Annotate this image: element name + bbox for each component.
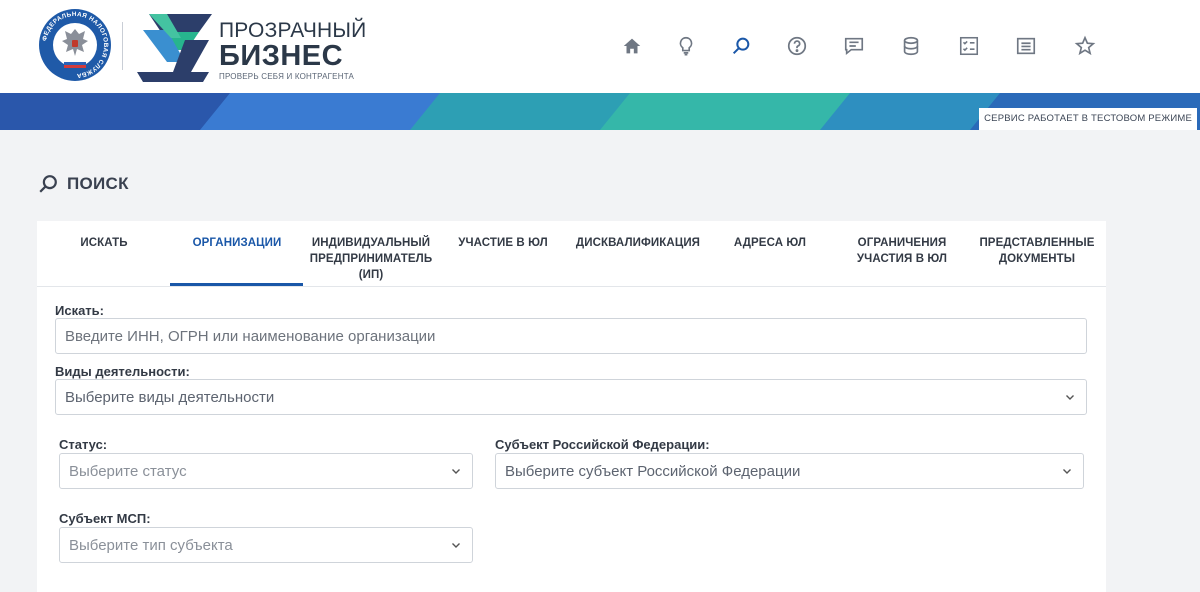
region-label: Субъект Российской Федерации: bbox=[495, 437, 710, 452]
header-divider bbox=[122, 22, 123, 70]
activities-label: Виды деятельности: bbox=[55, 364, 190, 379]
tab-participation-restrictions[interactable]: ОГРАНИЧЕНИЯ УЧАСТИЯ В ЮЛ bbox=[842, 235, 962, 267]
chat-icon[interactable] bbox=[841, 33, 867, 59]
activities-placeholder: Выберите виды деятельности bbox=[65, 388, 275, 406]
tab-submitted-documents[interactable]: ПРЕДСТАВЛЕННЫЕ ДОКУМЕНТЫ bbox=[977, 235, 1097, 267]
page-title: ПОИСК bbox=[37, 173, 129, 195]
msp-placeholder: Выберите тип субъекта bbox=[69, 536, 233, 554]
status-label: Статус: bbox=[59, 437, 108, 452]
fns-emblem-logo[interactable]: ФЕДЕРАЛЬНАЯ НАЛОГОВАЯ СЛУЖБА bbox=[39, 9, 111, 81]
search-tabs: ИСКАТЬ ОРГАНИЗАЦИИ ИНДИВИДУАЛЬНЫЙ ПРЕДПР… bbox=[37, 221, 1106, 287]
chevron-down-icon bbox=[452, 543, 460, 548]
tab-disqualification[interactable]: ДИСКВАЛИФИКАЦИЯ bbox=[575, 235, 701, 251]
chevron-down-icon bbox=[1063, 469, 1071, 474]
question-icon[interactable] bbox=[784, 33, 810, 59]
list-icon[interactable] bbox=[1013, 33, 1039, 59]
search-input[interactable] bbox=[65, 327, 1086, 345]
search-form-card: ИСКАТЬ ОРГАНИЗАЦИИ ИНДИВИДУАЛЬНЫЙ ПРЕДПР… bbox=[37, 221, 1106, 592]
home-icon[interactable] bbox=[619, 33, 645, 59]
checklist-icon[interactable] bbox=[956, 33, 982, 59]
search-icon bbox=[39, 175, 57, 193]
transparent-business-logo-mark[interactable] bbox=[137, 10, 212, 82]
msp-label: Субъект МСП: bbox=[59, 511, 151, 526]
tab-search[interactable]: ИСКАТЬ bbox=[62, 235, 146, 251]
search-field[interactable] bbox=[55, 318, 1087, 354]
database-icon[interactable] bbox=[898, 33, 924, 59]
msp-select[interactable]: Выберите тип субъекта bbox=[59, 527, 473, 563]
chevron-down-icon bbox=[452, 469, 460, 474]
site-header: ФЕДЕРАЛЬНАЯ НАЛОГОВАЯ СЛУЖБА ПРОЗРАЧНЫЙ … bbox=[0, 0, 1200, 93]
search-label: Искать: bbox=[55, 303, 104, 318]
activities-select[interactable]: Выберите виды деятельности bbox=[55, 379, 1087, 415]
brand-line1: ПРОЗРАЧНЫЙ bbox=[219, 19, 367, 42]
status-select[interactable]: Выберите статус bbox=[59, 453, 473, 489]
chevron-down-icon bbox=[1066, 395, 1074, 400]
tab-individual-entrepreneur[interactable]: ИНДИВИДУАЛЬНЫЙ ПРЕДПРИНИМАТЕЛЬ (ИП) bbox=[309, 235, 433, 283]
active-tab-indicator bbox=[170, 283, 303, 286]
star-icon[interactable] bbox=[1072, 33, 1098, 59]
status-placeholder: Выберите статус bbox=[69, 462, 187, 480]
brand-tagline: ПРОВЕРЬ СЕБЯ И КОНТРАГЕНТА bbox=[219, 72, 355, 81]
tab-organizations[interactable]: ОРГАНИЗАЦИИ bbox=[185, 235, 289, 251]
lightbulb-icon[interactable] bbox=[673, 33, 699, 59]
region-placeholder: Выберите субъект Российской Федерации bbox=[505, 462, 801, 480]
fns-logo-ring: ФЕДЕРАЛЬНАЯ НАЛОГОВАЯ СЛУЖБА bbox=[40, 10, 110, 80]
brand-line2: БИЗНЕС bbox=[219, 40, 344, 72]
page-title-text: ПОИСК bbox=[67, 174, 129, 193]
tab-participation[interactable]: УЧАСТИЕ В ЮЛ bbox=[453, 235, 553, 251]
tab-addresses[interactable]: АДРЕСА ЮЛ bbox=[725, 235, 815, 251]
brand-wordmark[interactable]: ПРОЗРАЧНЫЙ БИЗНЕС ПРОВЕРЬ СЕБЯ И КОНТРАГ… bbox=[219, 19, 367, 82]
region-select[interactable]: Выберите субъект Российской Федерации bbox=[495, 453, 1084, 489]
search-icon[interactable] bbox=[728, 33, 754, 59]
test-mode-badge: СЕРВИС РАБОТАЕТ В ТЕСТОВОМ РЕЖИМЕ bbox=[979, 108, 1197, 130]
